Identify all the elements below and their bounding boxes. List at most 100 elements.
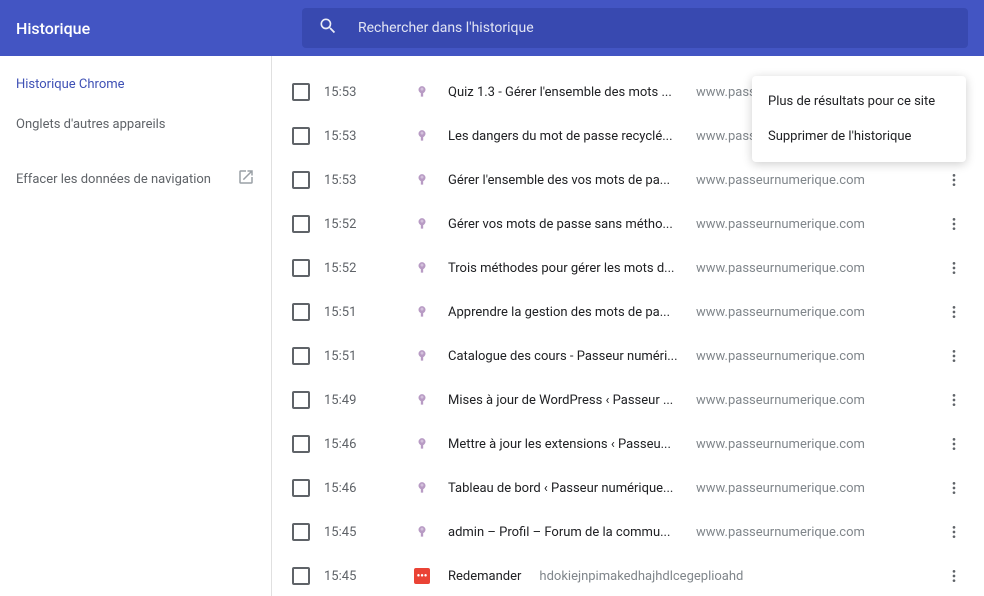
row-title[interactable]: Quiz 1.3 - Gérer l'ensemble des mots ... [448,85,680,100]
history-row: 15:52 Gérer vos mots de passe sans métho.… [272,202,984,246]
row-title[interactable]: Catalogue des cours - Passeur numéri... [448,349,680,364]
row-checkbox[interactable] [292,303,310,321]
row-time: 15:52 [324,217,414,232]
row-checkbox[interactable] [292,435,310,453]
row-time: 15:51 [324,305,414,320]
sidebar: Historique Chrome Onglets d'autres appare… [0,56,272,596]
row-title[interactable]: Mettre à jour les extensions ‹ Passeu... [448,437,680,452]
row-title[interactable]: Gérer vos mots de passe sans métho... [448,217,680,232]
row-time: 15:52 [324,261,414,276]
page-title: Historique [16,19,286,38]
history-row: 15:51 Catalogue des cours - Passeur numér… [272,334,984,378]
site-favicon-icon [414,392,430,408]
open-external-icon [237,168,255,190]
site-favicon-icon [414,84,430,100]
more-actions-button[interactable] [942,212,966,236]
extension-icon: ••• [414,568,430,584]
sidebar-item-label: Effacer les données de navigation [16,172,211,187]
row-time: 15:49 [324,393,414,408]
row-domain[interactable]: www.passeurnumerique.com [696,525,942,540]
history-row: 15:51 Apprendre la gestion des mots de pa… [272,290,984,334]
more-actions-button[interactable] [942,476,966,500]
search-bar[interactable] [302,8,968,48]
sidebar-item-label: Historique Chrome [16,77,125,92]
history-row: 15:53 Gérer l'ensemble des vos mots de pa… [272,158,984,202]
context-menu-item[interactable]: Plus de résultats pour ce site [752,84,966,119]
site-favicon-icon [414,216,430,232]
more-actions-button[interactable] [942,300,966,324]
row-time: 15:45 [324,525,414,540]
sidebar-item-label: Onglets d'autres appareils [16,117,166,132]
row-domain[interactable]: www.passeurnumerique.com [696,173,942,188]
app-header: Historique [0,0,984,56]
sidebar-item[interactable]: Onglets d'autres appareils [0,104,271,144]
more-vert-icon [946,480,962,496]
site-favicon-icon [414,260,430,276]
row-domain[interactable]: www.passeurnumerique.com [696,481,942,496]
more-vert-icon [946,172,962,188]
row-checkbox[interactable] [292,171,310,189]
row-title[interactable]: Apprendre la gestion des mots de pa... [448,305,680,320]
row-time: 15:51 [324,349,414,364]
row-domain[interactable]: www.passeurnumerique.com [696,437,942,452]
row-checkbox[interactable] [292,127,310,145]
history-row: 15:45 admin – Profil – Forum de la commu.… [272,510,984,554]
history-row: 15:46 Mettre à jour les extensions ‹ Pass… [272,422,984,466]
row-title[interactable]: Mises à jour de WordPress ‹ Passeur ... [448,393,680,408]
site-favicon-icon [414,172,430,188]
row-checkbox[interactable] [292,83,310,101]
more-actions-button[interactable] [942,564,966,588]
row-checkbox[interactable] [292,523,310,541]
row-domain[interactable]: www.passeurnumerique.com [696,261,942,276]
row-checkbox[interactable] [292,391,310,409]
site-favicon-icon [414,436,430,452]
more-actions-button[interactable] [942,256,966,280]
context-menu: Plus de résultats pour ce siteSupprimer … [752,76,966,162]
row-checkbox[interactable] [292,347,310,365]
row-checkbox[interactable] [292,567,310,585]
sidebar-item[interactable]: Historique Chrome [0,64,271,104]
more-vert-icon [946,392,962,408]
search-input[interactable] [358,20,952,36]
more-vert-icon [946,568,962,584]
row-checkbox[interactable] [292,259,310,277]
row-title[interactable]: Redemanderhdokiejnpimakedhajhdlcegeplioa… [448,569,942,584]
row-time: 15:53 [324,173,414,188]
site-favicon-icon [414,480,430,496]
more-vert-icon [946,348,962,364]
history-row: 15:45••• Redemanderhdokiejnpimakedhajhdlc… [272,554,984,596]
history-row: 15:49 Mises à jour de WordPress ‹ Passeur… [272,378,984,422]
row-domain[interactable]: www.passeurnumerique.com [696,393,942,408]
row-domain[interactable]: www.passeurnumerique.com [696,217,942,232]
site-favicon-icon [414,524,430,540]
row-title[interactable]: Gérer l'ensemble des vos mots de pa... [448,173,680,188]
more-actions-button[interactable] [942,520,966,544]
row-title[interactable]: admin – Profil – Forum de la commu... [448,525,680,540]
row-time: 15:53 [324,129,414,144]
row-time: 15:53 [324,85,414,100]
context-menu-item[interactable]: Supprimer de l'historique [752,119,966,154]
row-domain[interactable]: www.passeurnumerique.com [696,305,942,320]
site-favicon-icon [414,128,430,144]
row-checkbox[interactable] [292,479,310,497]
row-checkbox[interactable] [292,215,310,233]
more-actions-button[interactable] [942,432,966,456]
sidebar-item[interactable]: Effacer les données de navigation [0,156,271,202]
more-actions-button[interactable] [942,168,966,192]
row-domain: hdokiejnpimakedhajhdlcegeplioahd [539,569,743,584]
row-title[interactable]: Tableau de bord ‹ Passeur numérique... [448,481,680,496]
history-row: 15:46Tableau de bord ‹ Passeur numérique… [272,466,984,510]
row-domain[interactable]: www.passeurnumerique.com [696,349,942,364]
row-time: 15:45 [324,569,414,584]
site-favicon-icon [414,304,430,320]
row-title[interactable]: Les dangers du mot de passe recyclé... [448,129,680,144]
more-vert-icon [946,524,962,540]
more-vert-icon [946,216,962,232]
search-icon [318,16,338,40]
more-actions-button[interactable] [942,388,966,412]
site-favicon-icon [414,348,430,364]
row-title[interactable]: Trois méthodes pour gérer les mots d... [448,261,680,276]
more-actions-button[interactable] [942,344,966,368]
row-time: 15:46 [324,437,414,452]
more-vert-icon [946,260,962,276]
